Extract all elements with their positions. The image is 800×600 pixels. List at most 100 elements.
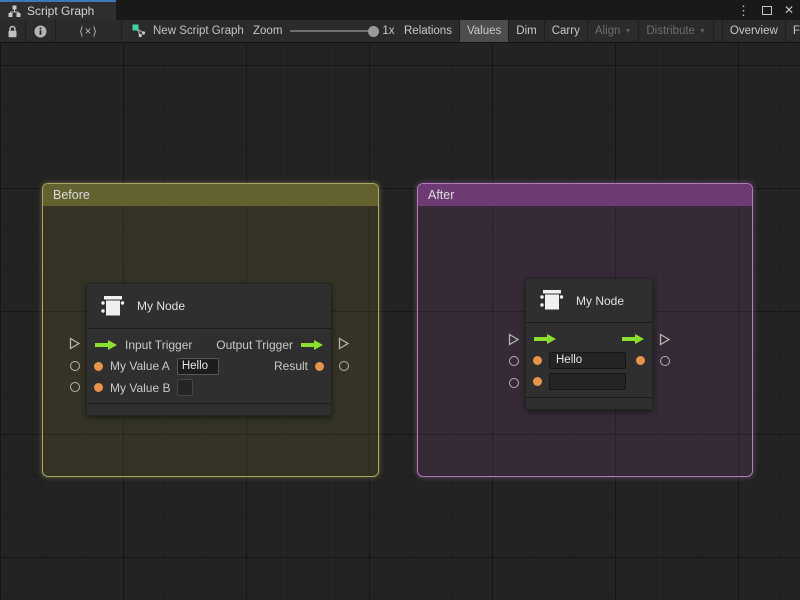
group-before-header[interactable]: Before [43, 184, 378, 206]
trigger-arrow-icon [533, 333, 557, 345]
toolbar-left-group: ⟨×⟩ [0, 20, 122, 42]
graph-name-label: New Script Graph [153, 25, 244, 37]
output-trigger-port[interactable] [621, 333, 645, 345]
output-trigger-port[interactable]: Output Trigger [216, 338, 324, 352]
outer-value-port[interactable] [660, 356, 670, 366]
node-row [526, 371, 652, 393]
tab-label: Script Graph [27, 4, 94, 18]
value-b-port[interactable] [533, 373, 626, 390]
zoom-value: 1x [382, 25, 394, 37]
outer-value-port[interactable] [339, 361, 349, 371]
zoom-label: Zoom [253, 25, 282, 37]
dim-button[interactable]: Dim [509, 20, 544, 42]
distribute-label: Distribute [646, 25, 695, 37]
outer-trigger-port[interactable] [507, 333, 520, 346]
node-before[interactable]: My Node Input Trigger Output Trigger [86, 283, 332, 416]
value-b-port[interactable]: My Value B [94, 379, 193, 396]
tab-script-graph[interactable]: Script Graph [0, 0, 116, 20]
values-button[interactable]: Values [460, 20, 509, 42]
graph-canvas[interactable]: Before After My Node [0, 43, 800, 600]
value-port-dot [94, 362, 103, 371]
dim-label: Dim [516, 25, 536, 37]
port-label: Output Trigger [216, 338, 293, 352]
value-a-field[interactable] [549, 352, 626, 369]
outer-value-port[interactable] [509, 356, 519, 366]
zoom-slider-handle[interactable] [368, 26, 379, 37]
zoom-control: Zoom 1x [253, 20, 395, 42]
node-after-body [526, 323, 652, 397]
result-port[interactable] [636, 356, 645, 365]
carry-label: Carry [552, 25, 580, 37]
value-port-dot [636, 356, 645, 365]
node-before-title: My Node [137, 299, 185, 313]
lock-button[interactable] [0, 20, 26, 42]
value-port-dot [94, 383, 103, 392]
close-icon[interactable]: ✕ [784, 4, 794, 16]
chevron-down-icon: ▼ [624, 28, 631, 35]
node-footer [87, 403, 331, 415]
node-row: My Value B [87, 377, 331, 399]
node-before-body: Input Trigger Output Trigger My Value A [87, 329, 331, 403]
node-before-header[interactable]: My Node [87, 284, 331, 329]
port-label: My Value A [110, 359, 170, 373]
value-a-field[interactable] [177, 358, 219, 375]
port-label: Input Trigger [125, 338, 192, 352]
input-trigger-port[interactable]: Input Trigger [94, 338, 192, 352]
value-b-field[interactable] [549, 373, 626, 390]
overview-button[interactable]: Overview [723, 20, 786, 42]
info-button[interactable] [26, 20, 56, 42]
fullscreen-button[interactable]: Full Screen [786, 20, 800, 42]
info-icon [34, 25, 47, 38]
maximize-icon[interactable] [762, 6, 772, 15]
kebab-menu-icon[interactable]: ⋮ [737, 4, 750, 17]
overview-label: Overview [730, 25, 778, 37]
outer-value-port[interactable] [509, 378, 519, 388]
node-icon [99, 293, 126, 320]
result-port[interactable]: Result [274, 359, 324, 373]
outer-trigger-port[interactable] [337, 337, 350, 350]
align-button[interactable]: Align ▼ [588, 20, 640, 42]
carry-button[interactable]: Carry [545, 20, 588, 42]
value-port-dot [533, 356, 542, 365]
tab-bar: Script Graph ⋮ ✕ [0, 0, 800, 20]
align-label: Align [595, 25, 621, 37]
script-graph-window: Script Graph ⋮ ✕ [0, 0, 800, 600]
value-port-dot [315, 362, 324, 371]
node-after-title: My Node [576, 294, 624, 308]
trigger-arrow-icon [94, 339, 118, 351]
node-row [526, 350, 652, 372]
chevron-down-icon: ▼ [699, 28, 706, 35]
values-label: Values [467, 25, 501, 37]
distribute-button[interactable]: Distribute ▼ [639, 20, 714, 42]
toolbar: ⟨×⟩ New Script Graph Zoom 1x Relations [0, 20, 800, 43]
lock-icon [7, 25, 18, 38]
node-after[interactable]: My Node [525, 278, 653, 410]
toolbar-buttons: Relations Values Dim Carry Align ▼ Distr… [397, 20, 800, 42]
group-before-label: Before [53, 188, 90, 202]
value-b-field[interactable] [177, 379, 193, 396]
outer-trigger-port[interactable] [68, 337, 81, 350]
outer-value-port[interactable] [70, 382, 80, 392]
value-port-dot [533, 377, 542, 386]
port-label: My Value B [110, 381, 170, 395]
node-after-header[interactable]: My Node [526, 279, 652, 323]
value-a-port[interactable]: My Value A [94, 358, 219, 375]
outer-value-port[interactable] [70, 361, 80, 371]
code-view-button[interactable]: ⟨×⟩ [56, 20, 122, 42]
fullscreen-label: Full Screen [793, 25, 800, 37]
port-label: Result [274, 359, 308, 373]
zoom-slider[interactable] [290, 30, 374, 32]
group-after-header[interactable]: After [418, 184, 752, 206]
toolbar-gap [714, 20, 723, 42]
trigger-arrow-icon [300, 339, 324, 351]
node-icon [538, 287, 565, 314]
relations-button[interactable]: Relations [397, 20, 460, 42]
hierarchy-icon [8, 5, 21, 17]
input-trigger-port[interactable] [533, 333, 557, 345]
graph-icon [132, 24, 146, 38]
value-a-port[interactable] [533, 352, 626, 369]
node-row: Input Trigger Output Trigger [87, 334, 331, 356]
node-row [526, 328, 652, 350]
node-row: My Value A Result [87, 356, 331, 378]
outer-trigger-port[interactable] [658, 333, 671, 346]
